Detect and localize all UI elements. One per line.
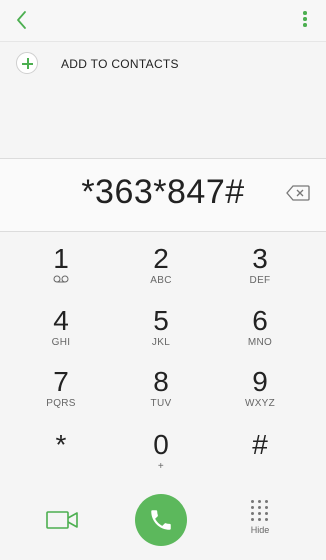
key-letters: WXYZ	[244, 398, 276, 409]
key-digit: 2	[153, 243, 169, 274]
key-letters: PQRS	[46, 398, 76, 409]
key-digit: 5	[153, 305, 169, 336]
add-to-contacts-row[interactable]: ADD TO CONTACTS	[0, 50, 326, 80]
key-digit: 9	[252, 366, 268, 397]
video-call-icon[interactable]	[46, 510, 78, 530]
key-digit: *	[55, 429, 67, 460]
key-6[interactable]: 6 MNO	[210, 306, 310, 360]
chevron-left-icon[interactable]	[10, 8, 34, 32]
key-7[interactable]: 7 PQRS	[11, 367, 111, 421]
key-digit: #	[252, 429, 268, 460]
call-button[interactable]	[135, 494, 187, 546]
key-hash[interactable]: #	[210, 430, 310, 484]
key-3[interactable]: 3 DEF	[210, 244, 310, 298]
key-star[interactable]: *	[11, 430, 111, 484]
key-letters: MNO	[247, 337, 273, 348]
key-digit: 1	[53, 243, 69, 274]
plus-icon	[16, 52, 38, 74]
key-letters: GHI	[51, 337, 71, 348]
key-digit: 8	[153, 366, 169, 397]
key-letters: TUV	[150, 398, 172, 409]
voicemail-icon	[53, 275, 69, 283]
number-display: *363*847#	[0, 158, 326, 232]
keypad-icon	[251, 500, 269, 521]
hide-label: Hide	[250, 525, 270, 535]
key-0[interactable]: 0 +	[111, 430, 211, 484]
more-vert-icon[interactable]	[302, 11, 308, 31]
phone-icon	[151, 510, 171, 530]
top-bar	[0, 0, 326, 42]
hide-keypad-button[interactable]: Hide	[240, 500, 280, 535]
key-letters: +	[157, 461, 165, 472]
key-8[interactable]: 8 TUV	[111, 367, 211, 421]
key-letters: ABC	[150, 275, 172, 286]
key-1[interactable]: 1	[11, 244, 111, 298]
key-letters: JKL	[151, 337, 171, 348]
key-4[interactable]: 4 GHI	[11, 306, 111, 360]
key-letters: DEF	[249, 275, 271, 286]
dialed-number: *363*847#	[81, 173, 245, 211]
key-digit: 3	[252, 243, 268, 274]
key-5[interactable]: 5 JKL	[111, 306, 211, 360]
bottom-actions: Hide	[0, 488, 326, 560]
key-9[interactable]: 9 WXYZ	[210, 367, 310, 421]
backspace-icon[interactable]	[286, 185, 310, 201]
key-2[interactable]: 2 ABC	[111, 244, 211, 298]
add-to-contacts-label: ADD TO CONTACTS	[61, 57, 179, 71]
key-digit: 6	[252, 305, 268, 336]
key-digit: 4	[53, 305, 69, 336]
key-digit: 7	[53, 366, 69, 397]
key-digit: 0	[153, 429, 169, 460]
